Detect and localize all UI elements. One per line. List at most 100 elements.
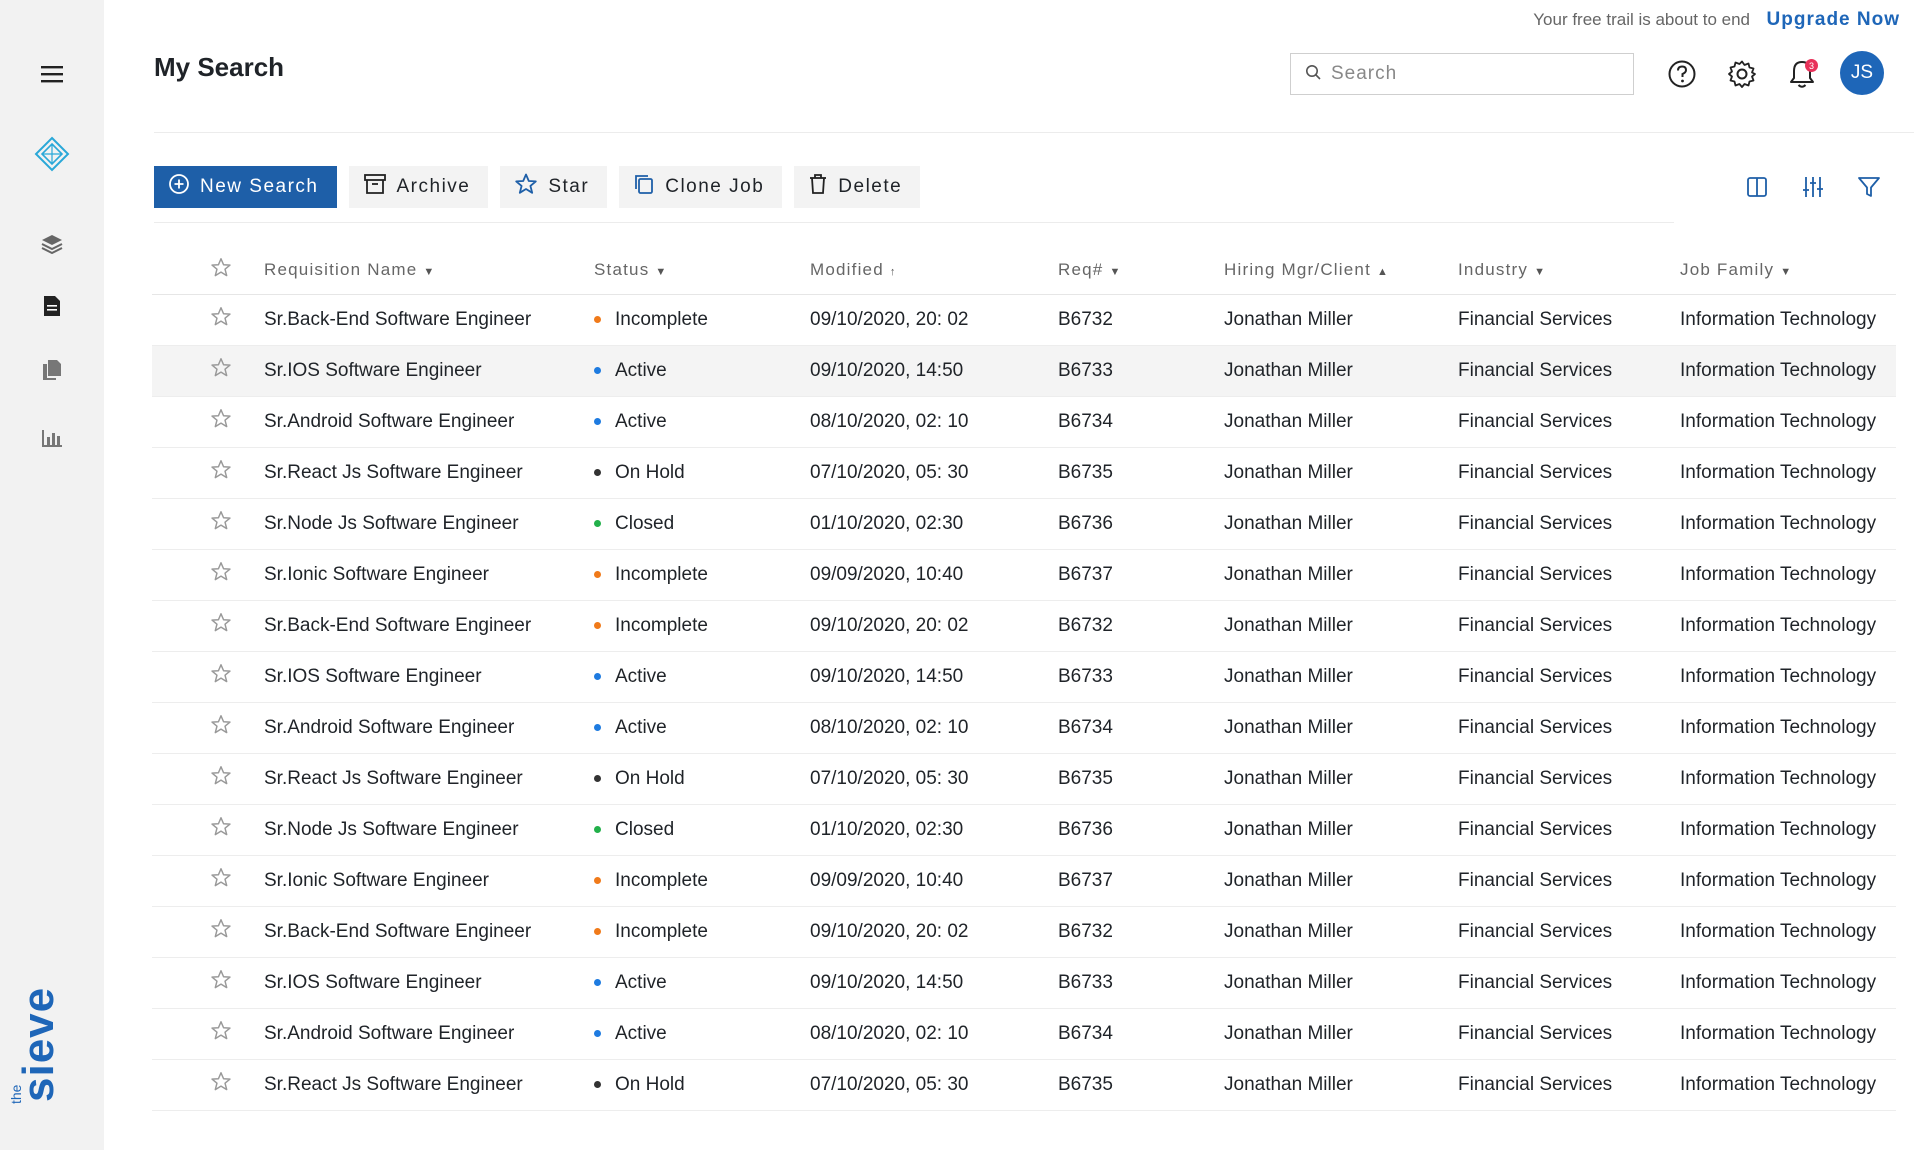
requisition-name-cell[interactable]: Sr.Android Software Engineer (264, 1008, 594, 1060)
column-header-hiring-mgr[interactable]: Hiring Mgr/Client ▲ (1224, 246, 1458, 295)
table-row[interactable]: Sr.Node Js Software Engineer Closed 01/10/… (152, 498, 1896, 550)
upgrade-link[interactable]: Upgrade Now (1767, 9, 1900, 31)
table-row[interactable]: Sr.React Js Software Engineer On Hold 07/1… (152, 447, 1896, 499)
star-outline-icon[interactable] (210, 919, 232, 944)
requisition-name-cell[interactable]: Sr.React Js Software Engineer (264, 1059, 594, 1111)
sort-up-arrow-icon: ↑ (889, 265, 897, 278)
requisition-name-cell[interactable]: Sr.IOS Software Engineer (264, 651, 594, 703)
industry-cell: Financial Services (1458, 549, 1680, 601)
req-cell: B6735 (1058, 1059, 1224, 1111)
req-cell: B6734 (1058, 702, 1224, 754)
job-family-cell: Information Technology (1680, 294, 1896, 346)
table-row[interactable]: Sr.Ionic Software Engineer Incomplete 09/0… (152, 549, 1896, 601)
requisition-name-cell[interactable]: Sr.Back-End Software Engineer (264, 294, 594, 346)
star-button[interactable]: Star (500, 166, 608, 208)
star-outline-icon[interactable] (210, 664, 232, 689)
star-outline-icon[interactable] (210, 358, 232, 383)
requisition-name-cell[interactable]: Sr.React Js Software Engineer (264, 447, 594, 499)
settings-gear-icon[interactable] (1724, 56, 1760, 92)
hiring-mgr-cell: Jonathan Miller (1224, 600, 1458, 652)
requisition-name-cell[interactable]: Sr.Ionic Software Engineer (264, 549, 594, 601)
column-header-req[interactable]: Req# ▼ (1058, 246, 1224, 295)
job-family-cell: Information Technology (1680, 396, 1896, 448)
star-outline-icon[interactable] (210, 868, 232, 893)
hamburger-menu-icon[interactable] (34, 56, 70, 92)
req-cell: B6732 (1058, 600, 1224, 652)
requisition-name-cell[interactable]: Sr.Node Js Software Engineer (264, 804, 594, 856)
table-row[interactable]: Sr.React Js Software Engineer On Hold 07/1… (152, 1059, 1896, 1111)
table-row[interactable]: Sr.IOS Software Engineer Active 09/10/2020… (152, 651, 1896, 703)
table-row[interactable]: Sr.Android Software Engineer Active 08/10/… (152, 702, 1896, 754)
column-header-status[interactable]: Status ▼ (594, 246, 810, 295)
star-outline-icon[interactable] (210, 1072, 232, 1097)
table-row[interactable]: Sr.React Js Software Engineer On Hold 07/1… (152, 753, 1896, 805)
copy-documents-icon[interactable] (34, 352, 70, 388)
adjust-sliders-icon[interactable] (1796, 170, 1830, 204)
status-dot-icon (594, 468, 601, 476)
table-body: Sr.Back-End Software Engineer Incomplete 0… (152, 294, 1896, 1111)
requisition-name-cell[interactable]: Sr.Node Js Software Engineer (264, 498, 594, 550)
status-label: On Hold (615, 767, 685, 789)
table-row[interactable]: Sr.IOS Software Engineer Active 09/10/2020… (152, 345, 1896, 397)
row-star-cell (152, 396, 264, 448)
search-input[interactable] (1331, 63, 1611, 85)
column-header-requisition-name[interactable]: Requisition Name ▼ (264, 246, 594, 295)
table-row[interactable]: Sr.Android Software Engineer Active 08/10/… (152, 1008, 1896, 1060)
new-search-button[interactable]: New Search (154, 166, 337, 208)
requisition-name-cell[interactable]: Sr.React Js Software Engineer (264, 753, 594, 805)
column-view-icon[interactable] (1740, 170, 1774, 204)
table-row[interactable]: Sr.Back-End Software Engineer Incomplete 0… (152, 294, 1896, 346)
star-outline-icon[interactable] (210, 409, 232, 434)
req-cell: B6736 (1058, 498, 1224, 550)
table-row[interactable]: Sr.Node Js Software Engineer Closed 01/10/… (152, 804, 1896, 856)
requisition-name-cell[interactable]: Sr.IOS Software Engineer (264, 957, 594, 1009)
sort-down-icon: ▼ (1780, 265, 1793, 278)
document-icon[interactable] (34, 288, 70, 324)
delete-button[interactable]: Delete (794, 166, 921, 208)
status-label: On Hold (615, 461, 685, 483)
star-outline-icon[interactable] (210, 715, 232, 740)
requisition-name-cell[interactable]: Sr.Android Software Engineer (264, 396, 594, 448)
requisition-name-cell[interactable]: Sr.IOS Software Engineer (264, 345, 594, 397)
user-avatar[interactable]: JS (1840, 51, 1884, 95)
star-outline-icon[interactable] (210, 766, 232, 791)
main-content: My Search Your free trail is about to en… (104, 0, 1920, 1150)
layers-icon[interactable] (34, 226, 70, 262)
requisition-name-cell[interactable]: Sr.Ionic Software Engineer (264, 855, 594, 907)
requisition-name-cell[interactable]: Sr.Back-End Software Engineer (264, 600, 594, 652)
star-outline-icon[interactable] (210, 562, 232, 587)
table-row[interactable]: Sr.Ionic Software Engineer Incomplete 09/0… (152, 855, 1896, 907)
filter-funnel-icon[interactable] (1852, 170, 1886, 204)
req-cell: B6733 (1058, 651, 1224, 703)
job-family-cell: Information Technology (1680, 957, 1896, 1009)
notification-bell-icon[interactable]: 3 (1784, 56, 1820, 92)
cube-logo-icon[interactable] (34, 136, 70, 172)
search-box[interactable] (1290, 53, 1634, 95)
column-header-industry[interactable]: Industry ▼ (1458, 246, 1680, 295)
requisition-name-cell[interactable]: Sr.Back-End Software Engineer (264, 906, 594, 958)
table-row[interactable]: Sr.Back-End Software Engineer Incomplete 0… (152, 906, 1896, 958)
requisition-table: Requisition Name ▼ Status ▼ Modified ↑ Req#… (152, 246, 1896, 1111)
table-row[interactable]: Sr.Back-End Software Engineer Incomplete 0… (152, 600, 1896, 652)
table-row[interactable]: Sr.Android Software Engineer Active 08/10/… (152, 396, 1896, 448)
modified-cell: 09/10/2020, 20: 02 (810, 294, 1058, 346)
requisition-name-cell[interactable]: Sr.Android Software Engineer (264, 702, 594, 754)
status-cell: Closed (594, 804, 810, 856)
clone-job-button[interactable]: Clone Job (619, 166, 783, 208)
star-outline-icon[interactable] (210, 307, 232, 332)
star-outline-icon[interactable] (210, 970, 232, 995)
star-outline-icon[interactable] (210, 511, 232, 536)
star-outline-icon[interactable] (210, 817, 232, 842)
star-outline-icon[interactable] (210, 257, 232, 282)
archive-button[interactable]: Archive (348, 166, 489, 208)
req-cell: B6732 (1058, 294, 1224, 346)
column-header-job-family[interactable]: Job Family ▼ (1680, 246, 1896, 295)
table-row[interactable]: Sr.IOS Software Engineer Active 09/10/2020… (152, 957, 1896, 1009)
bar-chart-icon[interactable] (34, 420, 70, 456)
star-outline-icon[interactable] (210, 1021, 232, 1046)
star-outline-icon[interactable] (210, 460, 232, 485)
column-header-modified[interactable]: Modified ↑ (810, 246, 1058, 295)
star-outline-icon[interactable] (210, 613, 232, 638)
hiring-mgr-cell: Jonathan Miller (1224, 498, 1458, 550)
help-icon[interactable] (1664, 56, 1700, 92)
